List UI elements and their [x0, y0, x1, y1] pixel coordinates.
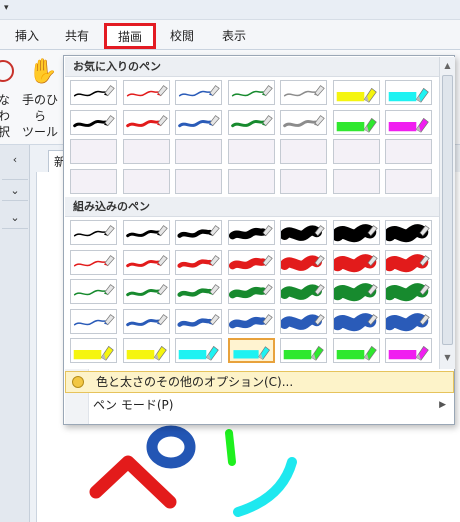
builtin-pen-cell[interactable]	[70, 308, 117, 334]
hand-icon[interactable]: ✋	[28, 56, 58, 86]
chevron-left-icon[interactable]: ‹	[2, 149, 28, 171]
favorite-pen-cell	[70, 168, 117, 194]
tab-draw[interactable]: 描画	[104, 23, 156, 49]
tab-view[interactable]: 表示	[217, 26, 251, 46]
more-options-label: 色と太さのその他のオプション(C)...	[96, 375, 294, 389]
left-navigation: ‹ ⌄ ⌄	[0, 145, 30, 522]
scroll-down-arrow-icon[interactable]: ▼	[440, 351, 455, 365]
favorite-pen-cell[interactable]	[70, 80, 117, 105]
favorite-pen-cell[interactable]	[175, 80, 222, 105]
builtin-pen-cell[interactable]	[70, 220, 117, 245]
pen-mode-label: ペン モード(P)	[93, 398, 174, 412]
favorite-pen-cell[interactable]	[332, 109, 380, 135]
builtin-pen-cell[interactable]	[122, 338, 170, 363]
builtin-pen-cell[interactable]	[227, 220, 275, 245]
favorite-pen-cell[interactable]	[70, 109, 117, 135]
favorite-pen-cell	[175, 139, 222, 164]
builtin-pens-header: 組み込みのペン	[65, 197, 439, 217]
builtin-pen-cell[interactable]	[280, 308, 327, 334]
builtin-pen-cell[interactable]	[122, 279, 170, 304]
tab-insert[interactable]: 挿入	[10, 26, 44, 46]
favorite-pen-cell[interactable]	[385, 109, 432, 135]
builtin-pen-cell[interactable]	[70, 338, 117, 363]
scroll-up-arrow-icon[interactable]: ▲	[440, 59, 455, 73]
more-color-thickness-options[interactable]: 色と太さのその他のオプション(C)...	[65, 371, 454, 393]
favorite-pen-cell[interactable]	[122, 80, 170, 105]
favorite-pen-cell	[332, 139, 380, 164]
favorite-pen-cell[interactable]	[227, 109, 275, 135]
builtin-pen-cell[interactable]	[332, 249, 380, 275]
builtin-pen-cell[interactable]	[227, 338, 275, 363]
pen-gallery-dropdown: お気に入りのペン 組み込みのペン ▲ ▼ 色と太さのその他のオプション(C)..…	[63, 55, 455, 425]
favorite-pen-cell[interactable]	[385, 80, 432, 105]
builtin-pen-cell[interactable]	[332, 279, 380, 304]
title-bar: ▾	[0, 0, 460, 20]
favorite-pen-cell	[332, 168, 380, 194]
builtin-pen-cell[interactable]	[280, 220, 327, 245]
favorite-pen-cell[interactable]	[122, 109, 170, 135]
favorite-pen-cell	[280, 168, 327, 194]
builtin-pen-cell[interactable]	[227, 249, 275, 275]
builtin-pen-cell[interactable]	[175, 308, 222, 334]
builtin-pen-cell[interactable]	[280, 249, 327, 275]
builtin-pen-cell[interactable]	[227, 279, 275, 304]
favorite-pen-cell	[227, 168, 275, 194]
builtin-pen-cell[interactable]	[175, 220, 222, 245]
favorite-pen-cell[interactable]	[280, 80, 327, 105]
builtin-pen-cell[interactable]	[122, 249, 170, 275]
builtin-pen-cell[interactable]	[227, 308, 275, 334]
chevron-down-icon[interactable]: ⌄	[2, 179, 28, 201]
builtin-pen-cell[interactable]	[175, 249, 222, 275]
builtin-pen-cell[interactable]	[332, 220, 380, 245]
favorite-pen-cell[interactable]	[227, 80, 275, 105]
favorite-pen-cell	[385, 168, 432, 194]
ribbon-tab-bar: 挿入 共有 描画 校閲 表示	[0, 20, 460, 50]
favorite-pen-cell	[385, 139, 432, 164]
favorite-pen-cell	[122, 139, 170, 164]
submenu-arrow-icon: ▶	[439, 400, 446, 410]
builtin-pen-cell[interactable]	[122, 308, 170, 334]
builtin-pen-cell[interactable]	[332, 308, 380, 334]
scroll-thumb[interactable]	[442, 75, 453, 345]
favorite-pen-cell	[227, 139, 275, 164]
builtin-pen-cell[interactable]	[332, 338, 380, 363]
tab-share[interactable]: 共有	[60, 26, 94, 46]
favorite-pen-cell[interactable]	[332, 80, 380, 105]
builtin-pen-cell[interactable]	[385, 249, 432, 275]
lasso-select-button[interactable]: なわ 択	[0, 92, 16, 140]
builtin-pen-cell[interactable]	[70, 279, 117, 304]
pen-mode-menu-item[interactable]: ペン モード(P) ▶	[65, 394, 454, 416]
tab-review[interactable]: 校閲	[165, 26, 199, 46]
favorite-pens-header: お気に入りのペン	[65, 57, 439, 77]
favorite-pen-cell	[122, 168, 170, 194]
favorite-pen-cell	[175, 168, 222, 194]
hand-tool-button[interactable]: 手のひら ツール	[20, 92, 60, 140]
builtin-pen-cell[interactable]	[175, 279, 222, 304]
chevron-down-icon[interactable]: ⌄	[2, 207, 28, 229]
builtin-pen-cell[interactable]	[280, 279, 327, 304]
favorite-pen-cell	[280, 139, 327, 164]
builtin-pen-cell[interactable]	[385, 338, 432, 363]
favorite-pen-cell	[70, 139, 117, 164]
favorite-pen-cell[interactable]	[175, 109, 222, 135]
builtin-pen-cell[interactable]	[280, 338, 327, 363]
lasso-icon[interactable]	[0, 60, 14, 82]
quick-access-caret-icon[interactable]: ▾	[4, 3, 9, 13]
builtin-pen-cell[interactable]	[122, 220, 170, 245]
favorite-pen-cell[interactable]	[280, 109, 327, 135]
builtin-pen-cell[interactable]	[70, 249, 117, 275]
builtin-pen-cell[interactable]	[385, 308, 432, 334]
builtin-pen-cell[interactable]	[385, 279, 432, 304]
palette-icon	[72, 376, 84, 388]
gallery-scrollbar[interactable]: ▲ ▼	[439, 57, 455, 369]
builtin-pen-cell[interactable]	[175, 338, 222, 363]
builtin-pen-cell[interactable]	[385, 220, 432, 245]
